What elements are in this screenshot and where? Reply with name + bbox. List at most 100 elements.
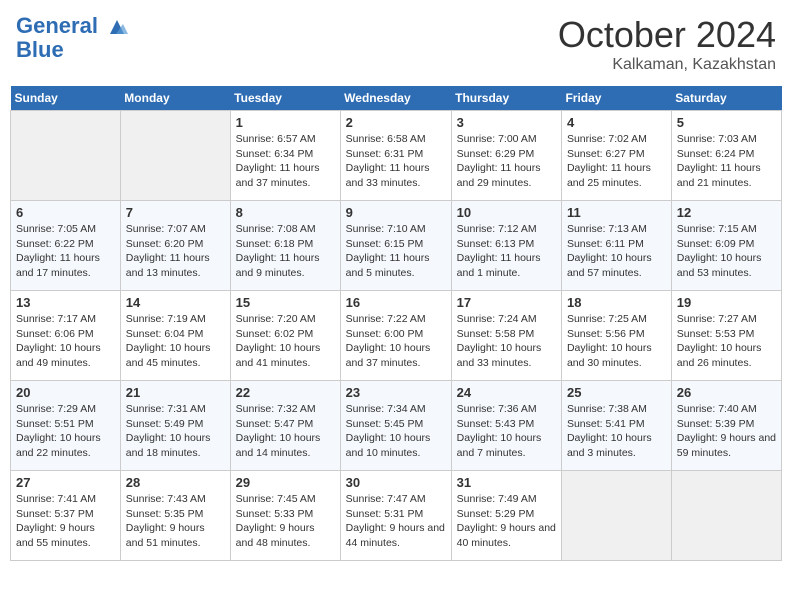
- day-info: Sunrise: 7:08 AMSunset: 6:18 PMDaylight:…: [236, 222, 335, 281]
- day-cell: 29Sunrise: 7:45 AMSunset: 5:33 PMDayligh…: [230, 471, 340, 561]
- day-info: Sunrise: 7:00 AMSunset: 6:29 PMDaylight:…: [457, 132, 556, 191]
- day-info: Sunrise: 7:15 AMSunset: 6:09 PMDaylight:…: [677, 222, 776, 281]
- day-cell: 2 Sunrise: 6:58 AMSunset: 6:31 PMDaylight…: [340, 111, 451, 201]
- day-number: 27: [16, 475, 115, 490]
- day-number: 14: [126, 295, 225, 310]
- day-cell: 14 Sunrise: 7:19 AMSunset: 6:04 PMDayligh…: [120, 291, 230, 381]
- week-row-5: 27 Sunrise: 7:41 AMSunset: 5:37 PMDayligh…: [11, 471, 782, 561]
- day-info: Sunrise: 7:32 AMSunset: 5:47 PMDaylight:…: [236, 402, 335, 461]
- day-info: Sunrise: 7:45 AMSunset: 5:33 PMDaylight:…: [236, 492, 335, 551]
- day-cell: 16 Sunrise: 7:22 AMSunset: 6:00 PMDayligh…: [340, 291, 451, 381]
- day-number: 9: [346, 205, 446, 220]
- logo-general: General: [16, 13, 98, 38]
- day-info: Sunrise: 7:47 AMSunset: 5:31 PMDaylight:…: [346, 492, 446, 551]
- day-cell: 13 Sunrise: 7:17 AMSunset: 6:06 PMDayligh…: [11, 291, 121, 381]
- day-number: 17: [457, 295, 556, 310]
- day-cell: 1 Sunrise: 6:57 AMSunset: 6:34 PMDaylight…: [230, 111, 340, 201]
- day-number: 3: [457, 115, 556, 130]
- day-cell: 7Sunrise: 7:07 AMSunset: 6:20 PMDaylight…: [120, 201, 230, 291]
- day-number: 26: [677, 385, 776, 400]
- day-info: Sunrise: 7:34 AMSunset: 5:45 PMDaylight:…: [346, 402, 446, 461]
- day-number: 1: [236, 115, 335, 130]
- weekday-saturday: Saturday: [671, 86, 781, 111]
- page-header: General Blue October 2024 Kalkaman, Kaza…: [10, 10, 782, 78]
- day-number: 10: [457, 205, 556, 220]
- location: Kalkaman, Kazakhstan: [558, 56, 776, 74]
- day-info: Sunrise: 7:10 AMSunset: 6:15 PMDaylight:…: [346, 222, 446, 281]
- day-number: 23: [346, 385, 446, 400]
- day-number: 5: [677, 115, 776, 130]
- day-info: Sunrise: 7:41 AMSunset: 5:37 PMDaylight:…: [16, 492, 115, 551]
- day-number: 16: [346, 295, 446, 310]
- logo-blue: Blue: [16, 38, 128, 62]
- day-info: Sunrise: 6:58 AMSunset: 6:31 PMDaylight:…: [346, 132, 446, 191]
- day-cell: 27 Sunrise: 7:41 AMSunset: 5:37 PMDayligh…: [11, 471, 121, 561]
- day-cell: 12 Sunrise: 7:15 AMSunset: 6:09 PMDayligh…: [671, 201, 781, 291]
- week-row-3: 13 Sunrise: 7:17 AMSunset: 6:06 PMDayligh…: [11, 291, 782, 381]
- day-number: 21: [126, 385, 225, 400]
- calendar-table: SundayMondayTuesdayWednesdayThursdayFrid…: [10, 86, 782, 561]
- weekday-wednesday: Wednesday: [340, 86, 451, 111]
- day-number: 8: [236, 205, 335, 220]
- day-cell: 31Sunrise: 7:49 AMSunset: 5:29 PMDayligh…: [451, 471, 561, 561]
- day-info: Sunrise: 7:07 AMSunset: 6:20 PMDaylight:…: [126, 222, 225, 281]
- weekday-friday: Friday: [561, 86, 671, 111]
- day-cell: 11Sunrise: 7:13 AMSunset: 6:11 PMDayligh…: [561, 201, 671, 291]
- day-cell: 3 Sunrise: 7:00 AMSunset: 6:29 PMDaylight…: [451, 111, 561, 201]
- day-cell: 9 Sunrise: 7:10 AMSunset: 6:15 PMDaylight…: [340, 201, 451, 291]
- day-number: 19: [677, 295, 776, 310]
- day-info: Sunrise: 7:36 AMSunset: 5:43 PMDaylight:…: [457, 402, 556, 461]
- day-cell: 10Sunrise: 7:12 AMSunset: 6:13 PMDayligh…: [451, 201, 561, 291]
- day-number: 30: [346, 475, 446, 490]
- day-info: Sunrise: 7:22 AMSunset: 6:00 PMDaylight:…: [346, 312, 446, 371]
- day-cell: 6 Sunrise: 7:05 AMSunset: 6:22 PMDaylight…: [11, 201, 121, 291]
- day-number: 22: [236, 385, 335, 400]
- weekday-monday: Monday: [120, 86, 230, 111]
- day-info: Sunrise: 7:27 AMSunset: 5:53 PMDaylight:…: [677, 312, 776, 371]
- day-info: Sunrise: 7:17 AMSunset: 6:06 PMDaylight:…: [16, 312, 115, 371]
- day-cell: 15 Sunrise: 7:20 AMSunset: 6:02 PMDayligh…: [230, 291, 340, 381]
- day-cell: 18 Sunrise: 7:25 AMSunset: 5:56 PMDayligh…: [561, 291, 671, 381]
- day-info: Sunrise: 7:05 AMSunset: 6:22 PMDaylight:…: [16, 222, 115, 281]
- day-number: 13: [16, 295, 115, 310]
- day-info: Sunrise: 7:43 AMSunset: 5:35 PMDaylight:…: [126, 492, 225, 551]
- day-number: 25: [567, 385, 666, 400]
- logo-text: General: [16, 14, 128, 38]
- day-cell: 26 Sunrise: 7:40 AMSunset: 5:39 PMDayligh…: [671, 381, 781, 471]
- weekday-sunday: Sunday: [11, 86, 121, 111]
- day-info: Sunrise: 7:29 AMSunset: 5:51 PMDaylight:…: [16, 402, 115, 461]
- day-info: Sunrise: 7:25 AMSunset: 5:56 PMDaylight:…: [567, 312, 666, 371]
- weekday-thursday: Thursday: [451, 86, 561, 111]
- day-number: 2: [346, 115, 446, 130]
- day-cell: [561, 471, 671, 561]
- day-number: 28: [126, 475, 225, 490]
- day-cell: 24 Sunrise: 7:36 AMSunset: 5:43 PMDayligh…: [451, 381, 561, 471]
- day-info: Sunrise: 7:20 AMSunset: 6:02 PMDaylight:…: [236, 312, 335, 371]
- day-cell: [11, 111, 121, 201]
- day-number: 18: [567, 295, 666, 310]
- month-title: October 2024: [558, 14, 776, 56]
- day-cell: 23 Sunrise: 7:34 AMSunset: 5:45 PMDayligh…: [340, 381, 451, 471]
- day-cell: 19 Sunrise: 7:27 AMSunset: 5:53 PMDayligh…: [671, 291, 781, 381]
- logo-icon: [106, 16, 128, 38]
- day-number: 24: [457, 385, 556, 400]
- day-info: Sunrise: 7:03 AMSunset: 6:24 PMDaylight:…: [677, 132, 776, 191]
- day-cell: 22 Sunrise: 7:32 AMSunset: 5:47 PMDayligh…: [230, 381, 340, 471]
- day-info: Sunrise: 7:19 AMSunset: 6:04 PMDaylight:…: [126, 312, 225, 371]
- day-cell: 4Sunrise: 7:02 AMSunset: 6:27 PMDaylight…: [561, 111, 671, 201]
- day-number: 15: [236, 295, 335, 310]
- day-info: Sunrise: 7:24 AMSunset: 5:58 PMDaylight:…: [457, 312, 556, 371]
- day-cell: 20Sunrise: 7:29 AMSunset: 5:51 PMDayligh…: [11, 381, 121, 471]
- day-number: 6: [16, 205, 115, 220]
- day-cell: 8 Sunrise: 7:08 AMSunset: 6:18 PMDaylight…: [230, 201, 340, 291]
- day-cell: 5 Sunrise: 7:03 AMSunset: 6:24 PMDaylight…: [671, 111, 781, 201]
- day-number: 4: [567, 115, 666, 130]
- weekday-header-row: SundayMondayTuesdayWednesdayThursdayFrid…: [11, 86, 782, 111]
- day-cell: 21Sunrise: 7:31 AMSunset: 5:49 PMDayligh…: [120, 381, 230, 471]
- day-info: Sunrise: 7:40 AMSunset: 5:39 PMDaylight:…: [677, 402, 776, 461]
- day-cell: [671, 471, 781, 561]
- day-number: 12: [677, 205, 776, 220]
- week-row-2: 6 Sunrise: 7:05 AMSunset: 6:22 PMDaylight…: [11, 201, 782, 291]
- logo: General Blue: [16, 14, 128, 62]
- day-info: Sunrise: 6:57 AMSunset: 6:34 PMDaylight:…: [236, 132, 335, 191]
